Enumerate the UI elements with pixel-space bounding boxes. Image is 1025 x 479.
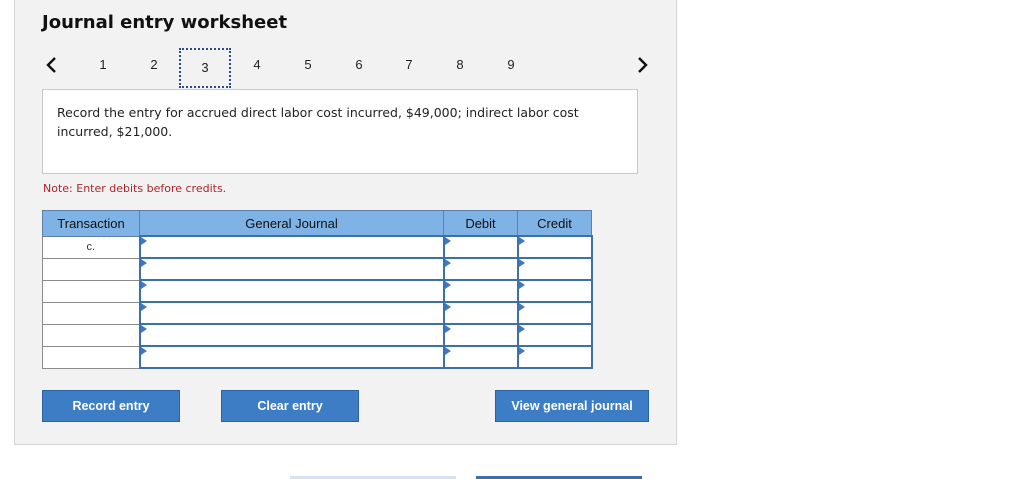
table-row xyxy=(42,323,593,347)
dropdown-marker-icon xyxy=(444,325,451,333)
account-select[interactable] xyxy=(138,257,445,281)
account-select[interactable] xyxy=(138,301,445,325)
debit-input[interactable] xyxy=(442,301,519,325)
journal-table: Transaction General Journal Debit Credit… xyxy=(42,210,593,369)
table-row xyxy=(42,257,593,281)
dropdown-marker-icon xyxy=(518,303,525,311)
dropdown-marker-icon xyxy=(140,259,147,267)
page-4[interactable]: 4 xyxy=(246,57,268,72)
next-page-icon[interactable] xyxy=(632,53,652,77)
account-select[interactable] xyxy=(138,323,445,347)
debit-input[interactable] xyxy=(442,323,519,347)
question-prompt: Record the entry for accrued direct labo… xyxy=(42,89,638,174)
transaction-cell xyxy=(42,323,140,347)
dropdown-marker-icon xyxy=(140,237,147,245)
header-transaction: Transaction xyxy=(42,210,140,237)
table-row xyxy=(42,279,593,303)
dropdown-marker-icon xyxy=(518,325,525,333)
prompt-text: Record the entry for accrued direct labo… xyxy=(57,105,579,139)
page-1[interactable]: 1 xyxy=(92,57,114,72)
dropdown-marker-icon xyxy=(140,281,147,289)
clear-entry-button[interactable]: Clear entry xyxy=(221,390,359,422)
page-title: Journal entry worksheet xyxy=(42,12,288,33)
page-5[interactable]: 5 xyxy=(297,57,319,72)
transaction-cell xyxy=(42,301,140,325)
view-general-journal-button[interactable]: View general journal xyxy=(495,390,649,422)
credit-input[interactable] xyxy=(516,345,593,369)
dropdown-marker-icon xyxy=(444,347,451,355)
dropdown-marker-icon xyxy=(444,259,451,267)
dropdown-marker-icon xyxy=(140,303,147,311)
entry-note: Note: Enter debits before credits. xyxy=(43,182,227,195)
credit-input[interactable] xyxy=(516,235,593,259)
credit-input[interactable] xyxy=(516,279,593,303)
header-debit: Debit xyxy=(443,210,518,237)
credit-input[interactable] xyxy=(516,257,593,281)
transaction-cell: c. xyxy=(42,235,140,259)
table-row: c. xyxy=(42,235,593,259)
page-9[interactable]: 9 xyxy=(500,57,522,72)
page-6[interactable]: 6 xyxy=(348,57,370,72)
transaction-cell xyxy=(42,257,140,281)
account-select[interactable] xyxy=(138,279,445,303)
transaction-cell xyxy=(42,345,140,369)
dropdown-marker-icon xyxy=(518,259,525,267)
dropdown-marker-icon xyxy=(140,325,147,333)
page-2[interactable]: 2 xyxy=(143,57,165,72)
dropdown-marker-icon xyxy=(518,281,525,289)
dropdown-marker-icon xyxy=(518,237,525,245)
debit-input[interactable] xyxy=(442,279,519,303)
debit-input[interactable] xyxy=(442,345,519,369)
table-row xyxy=(42,345,593,369)
table-row xyxy=(42,301,593,325)
prev-page-icon[interactable] xyxy=(42,53,62,77)
transaction-cell xyxy=(42,279,140,303)
page-3-active[interactable]: 3 xyxy=(179,48,231,88)
page-8[interactable]: 8 xyxy=(449,57,471,72)
dropdown-marker-icon xyxy=(518,347,525,355)
header-credit: Credit xyxy=(517,210,592,237)
dropdown-marker-icon xyxy=(140,347,147,355)
dropdown-marker-icon xyxy=(444,303,451,311)
debit-input[interactable] xyxy=(442,235,519,259)
dropdown-marker-icon xyxy=(444,281,451,289)
debit-input[interactable] xyxy=(442,257,519,281)
header-general-journal: General Journal xyxy=(139,210,444,237)
page-7[interactable]: 7 xyxy=(398,57,420,72)
record-entry-button[interactable]: Record entry xyxy=(42,390,180,422)
account-select[interactable] xyxy=(138,235,445,259)
dropdown-marker-icon xyxy=(444,237,451,245)
credit-input[interactable] xyxy=(516,323,593,347)
credit-input[interactable] xyxy=(516,301,593,325)
account-select[interactable] xyxy=(138,345,445,369)
